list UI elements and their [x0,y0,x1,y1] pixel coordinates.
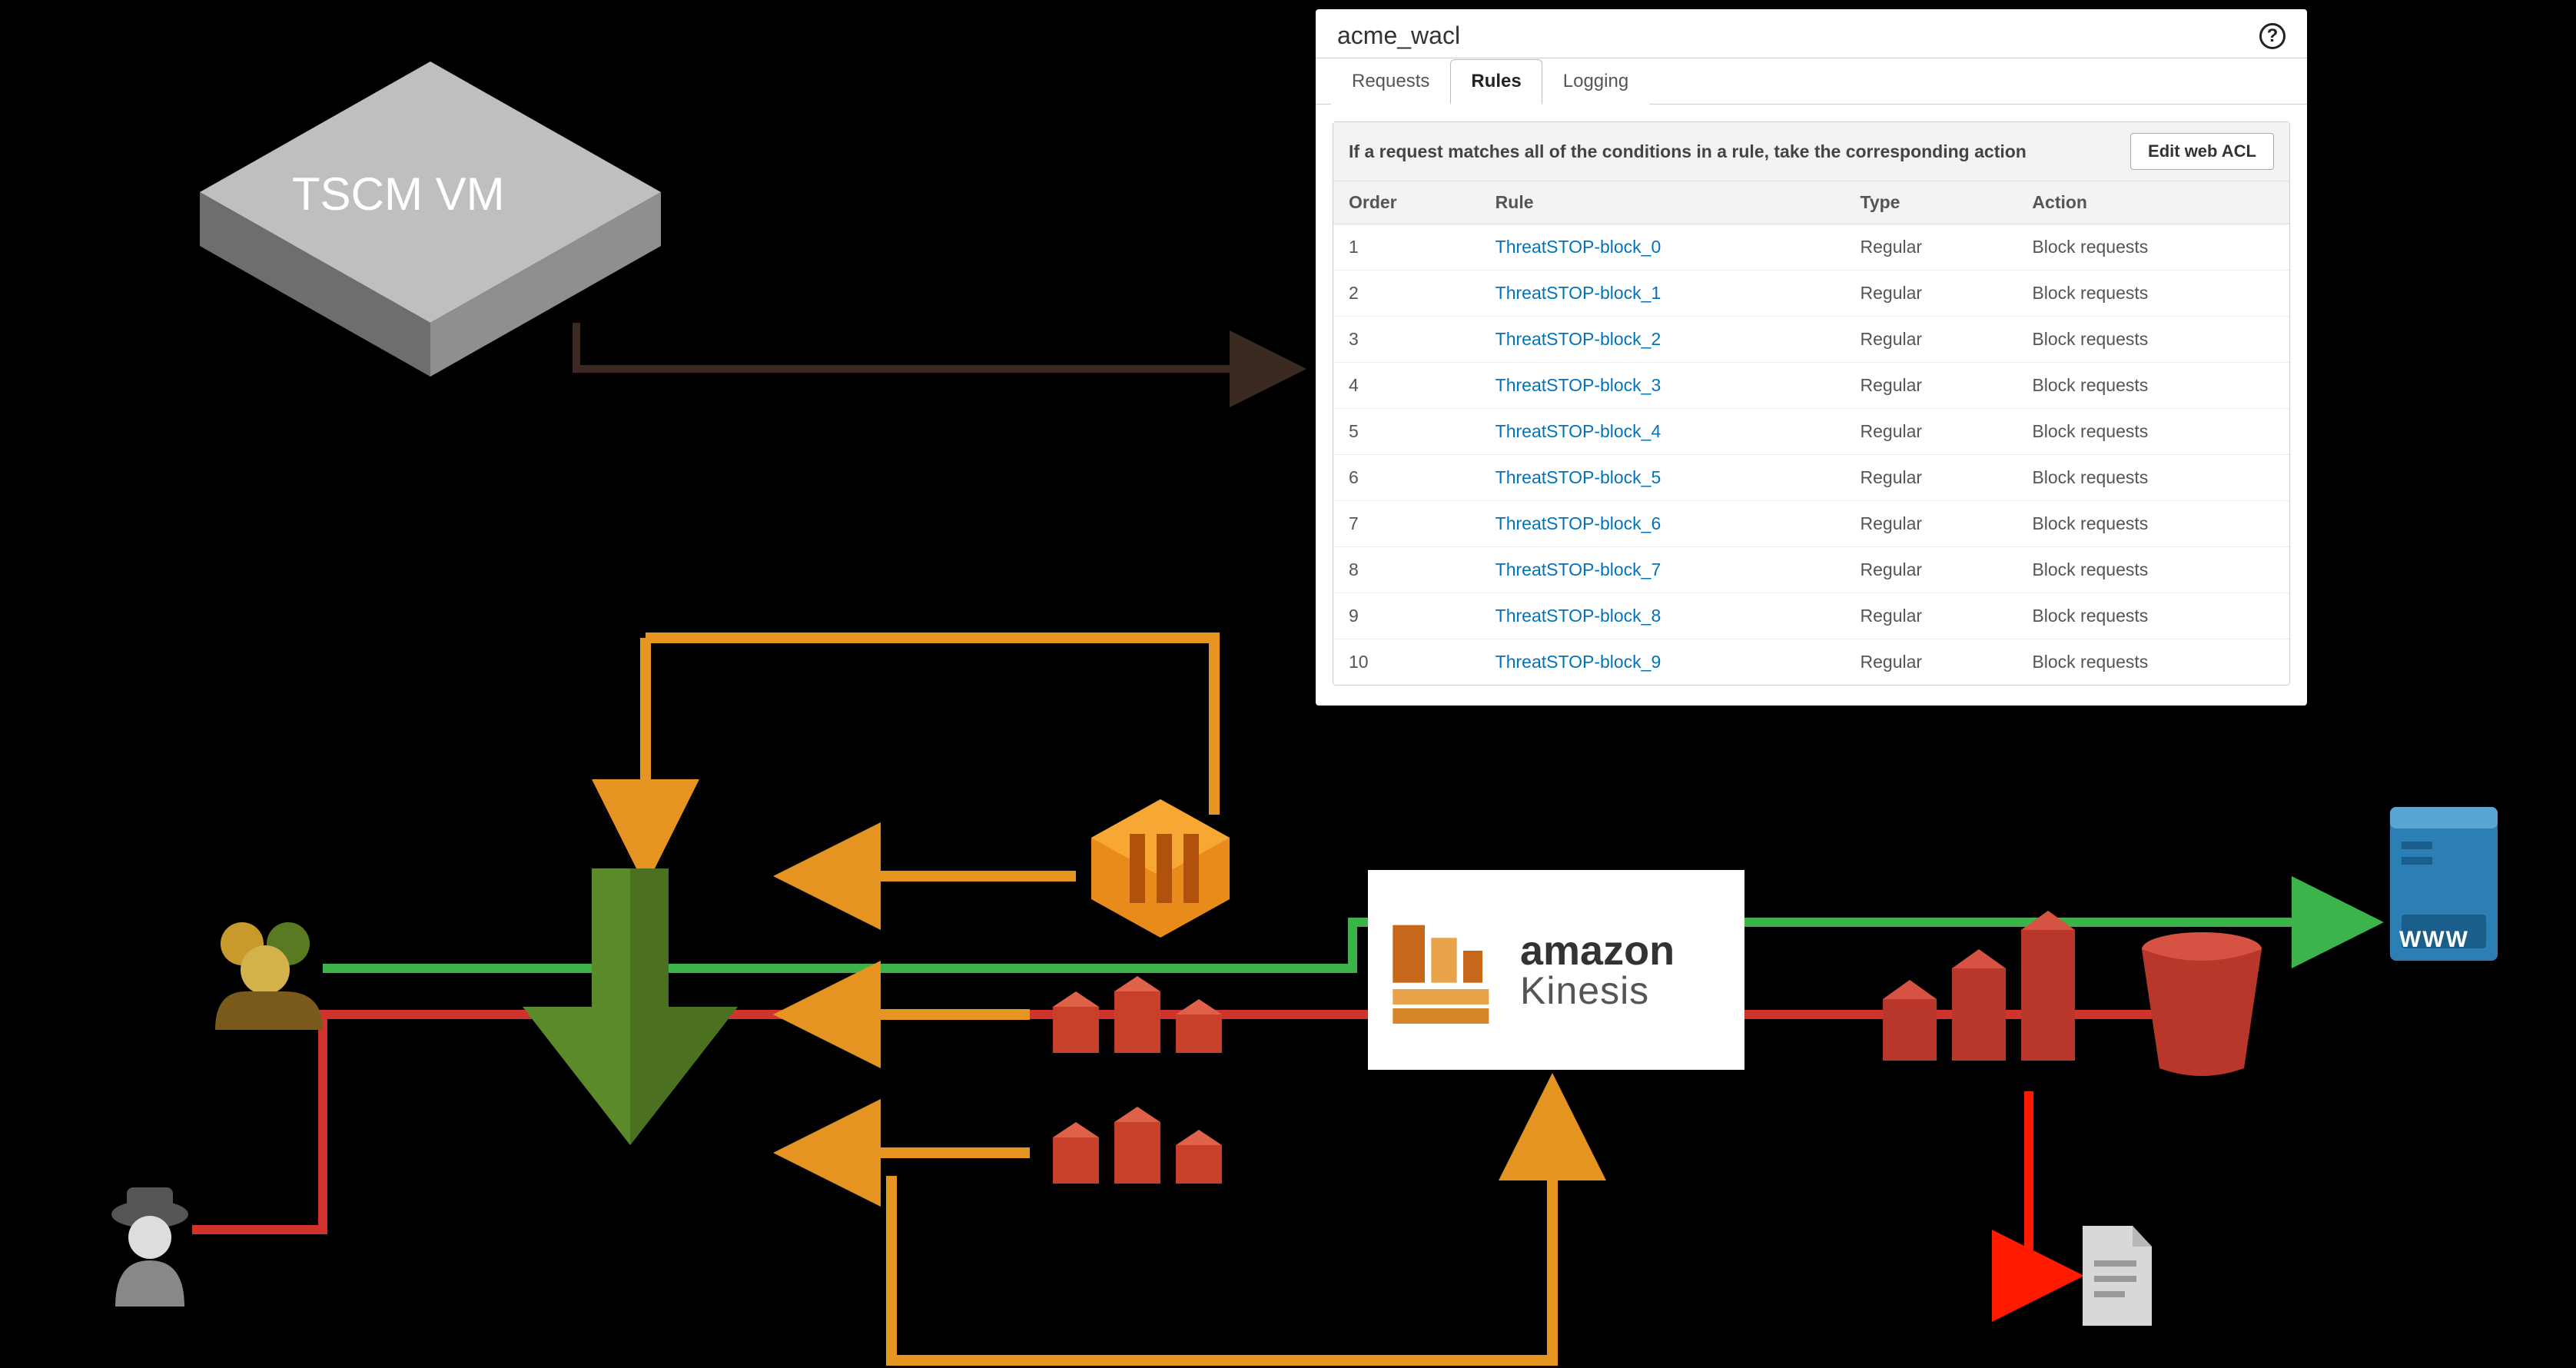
cell-type: Regular [1845,639,2017,686]
web-server-label: WWW [2399,927,2469,953]
cell-rule-link[interactable]: ThreatSTOP-block_8 [1480,593,1845,639]
column-header: Action [2017,181,2289,224]
cell-action: Block requests [2017,271,2289,317]
cell-rule-link[interactable]: ThreatSTOP-block_2 [1480,317,1845,363]
rules-table: OrderRuleTypeAction 1ThreatSTOP-block_0R… [1333,181,2289,685]
cell-order: 1 [1333,224,1480,271]
cell-type: Regular [1845,317,2017,363]
cell-action: Block requests [2017,547,2289,593]
cell-type: Regular [1845,363,2017,409]
aws-cloudfront-a-icon [1045,968,1245,1076]
edge-tscm-to-panel [576,323,1299,369]
cell-action: Block requests [2017,639,2289,686]
log-file-icon [2075,1222,2159,1330]
cell-order: 5 [1333,409,1480,455]
aws-lambda-icon [1084,792,1237,945]
help-icon[interactable]: ? [2259,23,2286,49]
cell-type: Regular [1845,547,2017,593]
aws-cloudfront-b-icon [1045,1099,1245,1207]
cell-rule-link[interactable]: ThreatSTOP-block_5 [1480,455,1845,501]
attacker-icon [100,1176,200,1307]
aws-waf-icon [507,868,753,1160]
cell-action: Block requests [2017,455,2289,501]
cell-order: 2 [1333,271,1480,317]
edge-firehose-to-log [2029,1091,2075,1276]
table-row: 7ThreatSTOP-block_6RegularBlock requests [1333,501,2289,547]
cell-type: Regular [1845,593,2017,639]
kinesis-line2: Kinesis [1520,971,1675,1010]
cell-rule-link[interactable]: ThreatSTOP-block_9 [1480,639,1845,686]
cell-rule-link[interactable]: ThreatSTOP-block_3 [1480,363,1845,409]
cell-rule-link[interactable]: ThreatSTOP-block_7 [1480,547,1845,593]
table-row: 6ThreatSTOP-block_5RegularBlock requests [1333,455,2289,501]
edge-lambda-up [646,638,1214,815]
tab-requests[interactable]: Requests [1331,59,1450,105]
table-row: 9ThreatSTOP-block_8RegularBlock requests [1333,593,2289,639]
cell-action: Block requests [2017,409,2289,455]
rules-table-container: If a request matches all of the conditio… [1333,121,2290,686]
column-header: Order [1333,181,1480,224]
edit-web-acl-button[interactable]: Edit web ACL [2130,133,2274,170]
cell-action: Block requests [2017,363,2289,409]
column-header: Rule [1480,181,1845,224]
table-row: 1ThreatSTOP-block_0RegularBlock requests [1333,224,2289,271]
cell-rule-link[interactable]: ThreatSTOP-block_4 [1480,409,1845,455]
cell-action: Block requests [2017,224,2289,271]
table-row: 3ThreatSTOP-block_2RegularBlock requests [1333,317,2289,363]
cell-order: 8 [1333,547,1480,593]
cell-rule-link[interactable]: ThreatSTOP-block_0 [1480,224,1845,271]
cell-type: Regular [1845,271,2017,317]
table-row: 5ThreatSTOP-block_4RegularBlock requests [1333,409,2289,455]
cell-action: Block requests [2017,593,2289,639]
tab-rules[interactable]: Rules [1450,59,1542,105]
cell-order: 10 [1333,639,1480,686]
users-icon [207,915,330,1030]
panel-title: acme_wacl [1337,22,1460,50]
kinesis-line1: amazon [1520,930,1675,971]
cell-action: Block requests [2017,317,2289,363]
aws-s3-bucket-icon [2136,930,2267,1076]
architecture-diagram: TSCM VM [0,0,2576,1368]
cell-rule-link[interactable]: ThreatSTOP-block_6 [1480,501,1845,547]
cell-action: Block requests [2017,501,2289,547]
cell-rule-link[interactable]: ThreatSTOP-block_1 [1480,271,1845,317]
cell-order: 6 [1333,455,1480,501]
table-row: 4ThreatSTOP-block_3RegularBlock requests [1333,363,2289,409]
table-row: 10ThreatSTOP-block_9RegularBlock request… [1333,639,2289,686]
kinesis-icon [1386,905,1502,1035]
cell-order: 9 [1333,593,1480,639]
aws-firehose-icon [1867,907,2090,1084]
panel-tabs: RequestsRulesLogging [1316,58,2307,105]
cell-order: 4 [1333,363,1480,409]
cell-type: Regular [1845,455,2017,501]
column-header: Type [1845,181,2017,224]
cell-order: 3 [1333,317,1480,363]
cell-order: 7 [1333,501,1480,547]
cell-type: Regular [1845,409,2017,455]
cell-type: Regular [1845,501,2017,547]
wacl-console-panel: acme_wacl ? RequestsRulesLogging If a re… [1316,9,2307,706]
table-row: 8ThreatSTOP-block_7RegularBlock requests [1333,547,2289,593]
amazon-kinesis-card: amazon Kinesis [1368,870,1744,1070]
tab-logging[interactable]: Logging [1542,59,1649,105]
rules-intro-text: If a request matches all of the conditio… [1349,141,2027,162]
cell-type: Regular [1845,224,2017,271]
table-row: 2ThreatSTOP-block_1RegularBlock requests [1333,271,2289,317]
